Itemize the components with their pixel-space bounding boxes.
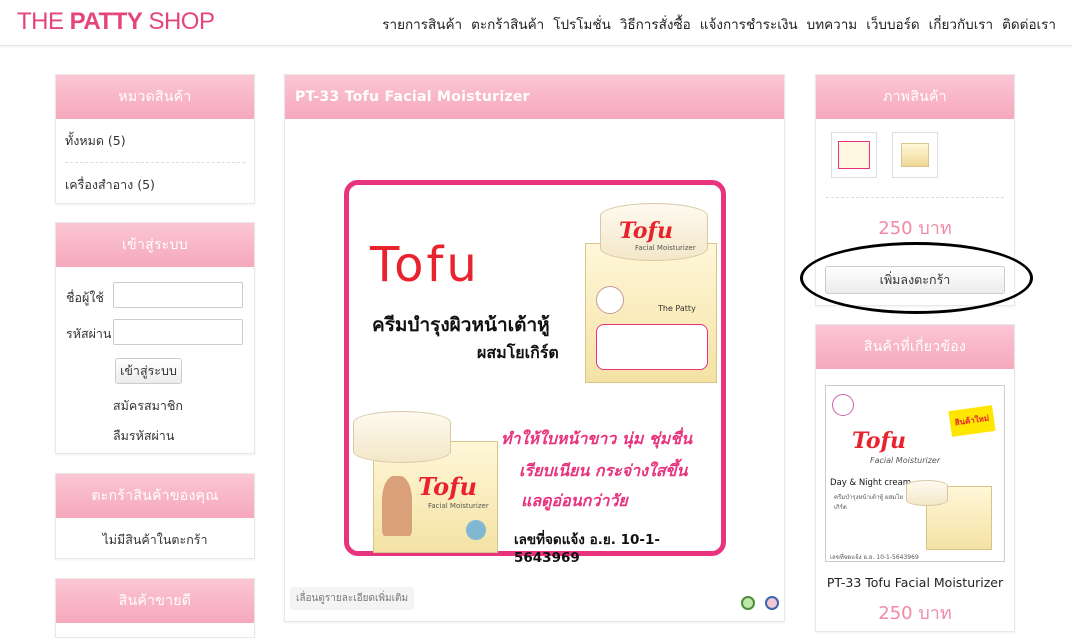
related-title: สินค้าที่เกี่ยวข้อง (816, 325, 1014, 369)
site-logo[interactable]: THE PATTY SHOP (17, 8, 215, 36)
gallery-price: 250 บาท (878, 218, 952, 239)
related-product-image[interactable]: สินค้าใหม่ Tofu Facial Moisturizer Day &… (825, 385, 1005, 562)
nav-contact[interactable]: ติดต่อเรา (1002, 13, 1056, 35)
bestsellers-title: สินค้าขายดี (56, 579, 254, 623)
image-registration: เลขที่จดแจ้ง อ.ย. 10-1-5643969 (514, 532, 660, 566)
image-thai-line-2: ผสมโยเกิร์ต (477, 343, 559, 362)
cart-title: ตะกร้าสินค้าของคุณ (56, 474, 254, 518)
scroll-hint: เลื่อนดูรายละเอียดเพิ่มเติม (290, 587, 415, 610)
nav-how-to-order[interactable]: วิธีการสั่งซื้อ (620, 13, 691, 35)
jar-illustration-icon (466, 520, 486, 540)
related-daynight-text: Day & Night cream (830, 478, 912, 488)
password-input[interactable] (113, 319, 243, 345)
girl-illustration (382, 476, 412, 536)
related-brand-text: Tofu (852, 428, 906, 454)
related-sub-text: Facial Moisturizer (870, 456, 941, 465)
login-panel: เข้าสู่ระบบ ชื่อผู้ใช้ รหัสผ่าน เข้าสู่ร… (55, 222, 255, 454)
product-jar-bottom (353, 411, 451, 463)
password-label: รหัสผ่าน (66, 326, 112, 341)
jar-brand-text: Tofu (619, 218, 673, 244)
related-logo-icon (832, 394, 854, 416)
forgot-password-link[interactable]: ลืมรหัสผ่าน (113, 426, 174, 446)
zoom-out-icon[interactable] (765, 596, 779, 610)
product-image[interactable]: Tofu ครีมบำรุงผิวหน้าเต้าหู้ ผสมโยเกิร์ต… (344, 180, 726, 566)
related-product-name[interactable]: PT-33 Tofu Facial Moisturizer (816, 575, 1014, 590)
categories-panel: หมวดสินค้า ทั้งหมด (5) เครื่องสำอาง (5) (55, 74, 255, 204)
nav-products[interactable]: รายการสินค้า (382, 13, 462, 35)
box-brand-text: Tofu (418, 472, 477, 501)
related-new-badge: สินค้าใหม่ (948, 405, 996, 437)
bestsellers-panel: สินค้าขายดี (55, 578, 255, 638)
nav-cart[interactable]: ตะกร้าสินค้า (471, 13, 544, 35)
login-button[interactable]: เข้าสู่ระบบ (115, 358, 182, 384)
gallery-title: ภาพสินค้า (816, 75, 1014, 119)
nav-payment[interactable]: แจ้งการชำระเงิน (700, 13, 798, 35)
image-brand-text: Tofu (370, 237, 480, 293)
login-title: เข้าสู่ระบบ (56, 223, 254, 267)
related-jar-illustration (906, 480, 948, 506)
zoom-in-icon[interactable] (741, 596, 755, 610)
logo-part-2: PATTY (69, 8, 143, 35)
gallery-thumb-2[interactable] (892, 132, 938, 178)
product-jar-top: Tofu Facial Moisturizer (600, 203, 708, 261)
username-label: ชื่อผู้ใช้ (66, 290, 104, 305)
product-title: PT-33 Tofu Facial Moisturizer (285, 75, 784, 119)
cart-empty-text: ไม่มีสินค้าในตะกร้า (102, 532, 208, 547)
category-all[interactable]: ทั้งหมด (5) (56, 119, 254, 162)
register-link[interactable]: สมัครสมาชิก (113, 396, 183, 416)
logo-part-3: SHOP (142, 8, 215, 35)
related-product-price: 250 บาท (878, 603, 952, 624)
patty-seal-icon (596, 286, 624, 314)
categories-title: หมวดสินค้า (56, 75, 254, 119)
image-benefit-2: เรียบเนียน กระจ่างใสขึ้น (519, 461, 688, 480)
username-input[interactable] (113, 282, 243, 308)
main-nav: รายการสินค้า ตะกร้าสินค้า โปรโมชั่น วิธี… (382, 13, 1056, 35)
image-thai-line-1: ครีมบำรุงผิวหน้าเต้าหู้ (372, 314, 550, 336)
nav-promotion[interactable]: โปรโมชั่น (553, 13, 611, 35)
image-benefit-3: แลดูอ่อนกว่าวัย (521, 491, 628, 510)
logo-part-1: THE (17, 8, 70, 35)
gallery-thumb-1[interactable] (831, 132, 877, 178)
related-panel: สินค้าที่เกี่ยวข้อง สินค้าใหม่ Tofu Faci… (815, 324, 1015, 632)
image-benefit-1: ทำให้ใบหน้าขาว นุ่ม ชุ่มชื่น (501, 429, 693, 448)
related-thai-text: ครีมบำรุงหน้าเต้าหู้ ผสมโยเกิร์ต (834, 494, 903, 511)
category-cosmetics[interactable]: เครื่องสำอาง (5) (56, 163, 254, 206)
top-bar: THE PATTY SHOP รายการสินค้า ตะกร้าสินค้า… (0, 0, 1072, 46)
box-label (596, 324, 708, 370)
related-reg-text: เลขที่จดแจ้ง อ.ย. 10-1-5643969 (830, 554, 919, 561)
gallery-divider (826, 197, 1004, 198)
box-the-patty: The Patty (658, 304, 696, 313)
product-box-top: The Patty (585, 243, 717, 383)
cart-panel: ตะกร้าสินค้าของคุณ ไม่มีสินค้าในตะกร้า (55, 473, 255, 559)
jar-sub-text: Facial Moisturizer (635, 244, 696, 252)
highlight-oval (800, 242, 1033, 314)
nav-webboard[interactable]: เว็บบอร์ด (866, 13, 919, 35)
nav-about[interactable]: เกี่ยวกับเรา (929, 13, 993, 35)
box-sub-text: Facial Moisturizer (428, 502, 489, 510)
nav-articles[interactable]: บทความ (807, 13, 858, 35)
